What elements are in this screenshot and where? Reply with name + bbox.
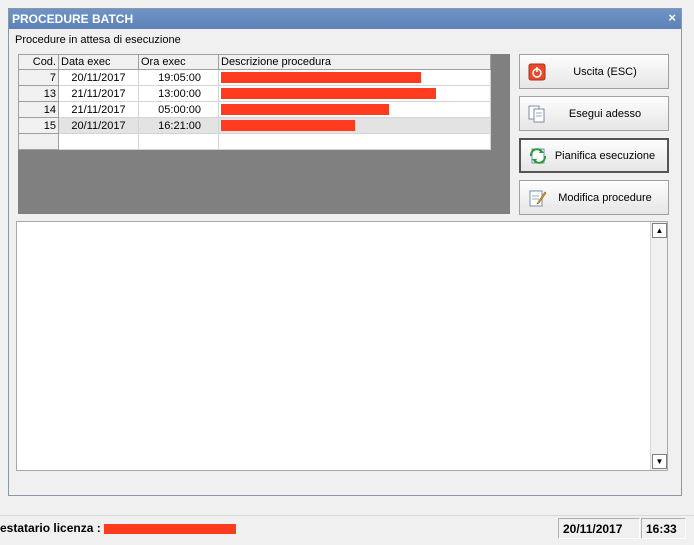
row-description [218,69,491,86]
table-row-selected[interactable]: 15 20/11/2017 16:21:00 [18,117,491,134]
table-row[interactable]: 13 21/11/2017 13:00:00 [18,85,491,102]
row-date: 21/11/2017 [58,85,139,102]
schedule-refresh-icon [527,145,549,167]
run-now-button[interactable]: Esegui adesso [519,96,669,131]
row-date: 21/11/2017 [58,101,139,118]
redaction-bar [221,88,436,100]
redaction-bar [221,72,421,84]
row-code [18,133,59,150]
window-title: PROCEDURE BATCH [12,12,134,26]
table-header-row: Cod. Data exec Ora exec Descrizione proc… [18,54,491,70]
redaction-bar [221,120,355,132]
table-row[interactable]: 14 21/11/2017 05:00:00 [18,101,491,118]
column-header-date[interactable]: Data exec [58,54,139,70]
pending-procedures-label: Procedure in attesa di esecuzione [15,34,181,46]
row-date: 20/11/2017 [58,117,139,134]
table-row[interactable]: 7 20/11/2017 19:05:00 [18,69,491,86]
scroll-up-icon[interactable]: ▲ [652,223,667,238]
row-date: 20/11/2017 [58,69,139,86]
table-row-empty[interactable] [18,133,491,150]
row-description [218,133,491,150]
column-header-time[interactable]: Ora exec [138,54,219,70]
status-time: 16:33 [641,518,686,539]
title-bar: PROCEDURE BATCH × [9,9,681,29]
redaction-bar [221,104,389,116]
exit-button[interactable]: Uscita (ESC) [519,54,669,89]
run-now-button-label: Esegui adesso [568,107,642,120]
row-time: 19:05:00 [138,69,219,86]
edit-procedures-button-label: Modifica procedure [558,191,652,204]
procedure-batch-dialog: PROCEDURE BATCH × Procedure in attesa di… [8,8,682,496]
row-time: 13:00:00 [138,85,219,102]
row-code: 7 [18,69,59,86]
row-description [218,117,491,134]
row-code: 13 [18,85,59,102]
column-header-description[interactable]: Descrizione procedura [218,54,491,70]
status-bar: estatario licenza : 20/11/2017 16:33 [0,515,694,541]
row-description [218,101,491,118]
row-description [218,85,491,102]
run-documents-icon [526,103,548,125]
power-icon [526,61,548,83]
vertical-scrollbar[interactable]: ▲ ▼ [650,222,667,470]
license-holder: estatario licenza : [0,521,237,535]
row-time: 16:21:00 [138,117,219,134]
redaction-bar [104,523,237,534]
schedule-button[interactable]: Pianifica esecuzione [519,138,669,173]
row-time: 05:00:00 [138,101,219,118]
license-label: estatario licenza : [0,521,101,535]
edit-procedures-button[interactable]: Modifica procedure [519,180,669,215]
output-text-area[interactable]: ▲ ▼ [16,221,668,471]
row-code: 15 [18,117,59,134]
status-date: 20/11/2017 [558,518,640,539]
row-date [58,133,139,150]
close-icon[interactable]: × [668,10,676,25]
procedures-grid-panel: Cod. Data exec Ora exec Descrizione proc… [18,54,510,214]
edit-document-icon [526,187,548,209]
exit-button-label: Uscita (ESC) [573,65,637,78]
row-time [138,133,219,150]
scroll-down-icon[interactable]: ▼ [652,454,667,469]
procedures-table: Cod. Data exec Ora exec Descrizione proc… [18,54,491,150]
schedule-button-label: Pianifica esecuzione [554,149,656,162]
column-header-code[interactable]: Cod. [18,54,59,70]
row-code: 14 [18,101,59,118]
